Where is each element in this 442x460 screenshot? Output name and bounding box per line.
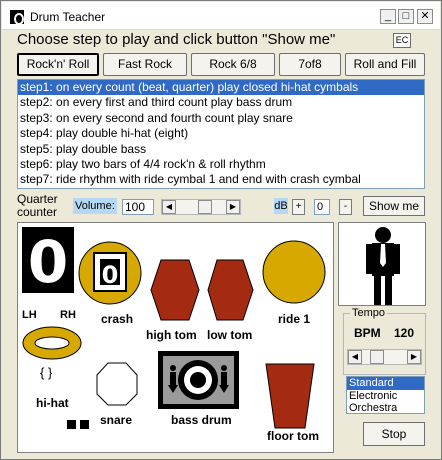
app-window: Drum Teacher _ □ ✕ Choose step to play a… [0,0,442,460]
minimize-button[interactable]: _ [380,9,396,24]
hi-hat-cymbal[interactable] [22,326,82,360]
drummer-figure-panel [338,222,426,306]
low-tom-label: low tom [207,328,253,342]
app-icon [10,10,24,25]
style-button-roll-and-fill[interactable]: Roll and Fill [345,53,425,76]
volume-left-arrow-icon[interactable]: ◀ [162,200,176,214]
window-title: Drum Teacher [30,10,106,24]
language-toggle-button[interactable]: EC [393,33,411,48]
crash-digit: 0 [102,261,119,289]
style-button-7of8[interactable]: 7of8 [279,53,341,76]
quarter-counter-label: Quarter counter [17,192,58,219]
snare-label: snare [100,413,133,427]
steps-list[interactable]: step1: on every count (beat, quarter) pl… [17,79,425,189]
hihat-pedal-right[interactable] [80,420,89,429]
hihat-pedal-icon: { } [40,365,53,380]
drummer-figure-icon [366,227,400,305]
step-item-7[interactable]: step7: ride rhythm with ride cymbal 1 an… [18,172,424,187]
volume-right-arrow-icon[interactable]: ▶ [226,200,240,214]
sound-set-standard[interactable]: Standard [347,377,424,390]
tempo-slider-thumb[interactable] [370,350,384,364]
style-button-fast-rock[interactable]: Fast Rock [103,53,187,76]
hi-hat-label: hi-hat [36,396,69,410]
snare-drum[interactable] [96,362,138,406]
step-item-2[interactable]: step2: on every first and third count pl… [18,95,424,110]
high-tom-label: high tom [146,328,197,342]
db-field[interactable]: 0 [314,199,330,215]
high-tom-drum[interactable] [150,259,200,321]
ride-cymbal[interactable] [262,240,326,304]
rh-label: RH [60,309,76,321]
floor-tom-drum[interactable] [265,363,315,429]
floor-tom-label: floor tom [267,429,319,443]
bass-drum-label: bass drum [171,413,232,427]
style-button-rock-6-8[interactable]: Rock 6/8 [191,53,275,76]
crash-label: crash [101,312,134,326]
style-button-rock-n-roll[interactable]: Rock'n' Roll [17,53,99,76]
step-item-6[interactable]: step6: play two bars of 4/4 rock'n & rol… [18,157,424,172]
db-increase-button[interactable]: + [292,199,305,215]
stop-button[interactable]: Stop [363,422,425,446]
bpm-label: BPM [354,326,381,340]
step-item-3[interactable]: step3: on every second and fourth count … [18,111,424,126]
volume-field[interactable]: 100 [122,199,154,215]
volume-label: Volume: [73,198,117,214]
drum-kit-panel: 0 0 LH RH crash high tom low tom ride 1 … [17,222,334,453]
db-decrease-button[interactable]: - [339,199,352,215]
bpm-value: 120 [394,326,415,340]
ride-label: ride 1 [278,312,311,326]
crash-cymbal[interactable]: 0 [78,241,142,305]
volume-slider-thumb[interactable] [198,200,212,214]
sound-set-list[interactable]: Standard Electronic Orchestra [346,376,425,414]
sound-set-orchestra[interactable]: Orchestra [347,402,424,413]
close-button[interactable]: ✕ [417,9,433,24]
show-me-button[interactable]: Show me [363,196,425,216]
maximize-button[interactable]: □ [398,9,414,24]
tempo-left-arrow-icon[interactable]: ◀ [348,350,362,364]
title-bar[interactable]: Drum Teacher _ □ ✕ [2,2,440,30]
bass-drum[interactable] [158,351,239,409]
tempo-group: Tempo BPM 120 ◀ ▶ [343,307,426,375]
hihat-pedal-left[interactable] [67,420,76,429]
step-item-1[interactable]: step1: on every count (beat, quarter) pl… [18,80,424,96]
counter-digit: 0 [28,228,68,296]
db-label: dB [274,198,288,214]
tempo-right-arrow-icon[interactable]: ▶ [407,350,421,364]
instruction-text: Choose step to play and click button "Sh… [17,31,336,48]
tempo-group-label: Tempo [350,307,388,319]
sound-set-electronic[interactable]: Electronic [347,390,424,403]
lh-label: LH [22,309,37,321]
low-tom-drum[interactable] [207,259,254,321]
volume-slider[interactable]: ◀ ▶ [161,199,241,215]
quarter-counter-display: 0 [22,227,74,296]
step-item-4[interactable]: step4: play double hi-hat (eight) [18,126,424,141]
step-item-5[interactable]: step5: play double bass [18,142,424,157]
tempo-slider[interactable]: ◀ ▶ [347,349,422,365]
